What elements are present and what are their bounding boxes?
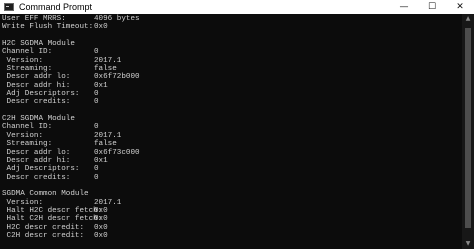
- console-line: H2C SGDMA Module: [2, 40, 462, 48]
- console-line-value: 0: [94, 90, 99, 99]
- console-line-value: 2017.1: [94, 131, 122, 140]
- console-line-label: Version:: [2, 56, 44, 65]
- console-line: Descr credits: 0: [2, 174, 462, 182]
- console-line-label: Descr addr lo:: [2, 73, 71, 82]
- console-line-label: Version:: [2, 131, 44, 140]
- console-line: C2H descr credit: 0x0: [2, 232, 462, 240]
- console-line-value: 2017.1: [94, 198, 122, 207]
- console-line: Version: 2017.1: [2, 199, 462, 207]
- console-line-value: 2017.1: [94, 56, 122, 65]
- console-line-label: Halt H2C descr fetch:: [2, 206, 103, 215]
- console-line-value: 0: [94, 123, 99, 132]
- console-line-label: Adj Descriptors:: [2, 165, 80, 174]
- console-line-value: 0x0: [94, 223, 108, 232]
- scroll-down-arrow-icon[interactable]: ▼: [462, 239, 474, 249]
- console-line: Version: 2017.1: [2, 132, 462, 140]
- console-line: Halt H2C descr fetch: 0x0: [2, 207, 462, 215]
- console-line-value: 0: [94, 173, 99, 182]
- console-output[interactable]: User EFF MRRS: 4096 bytes Write Flush Time…: [0, 14, 462, 249]
- command-prompt-window: Command Prompt — ☐ ✕ User EFF MRRS: 4096 …: [0, 0, 474, 249]
- vertical-scrollbar[interactable]: ▲ ▼: [462, 14, 474, 249]
- console-line: Descr addr lo: 0x6f72b000: [2, 73, 462, 81]
- console-line-label: Version:: [2, 198, 44, 207]
- scroll-thumb[interactable]: [465, 28, 471, 228]
- console-line-value: 0x6f72b000: [94, 73, 140, 82]
- console-line: Channel ID: 0: [2, 48, 462, 56]
- console-line: Descr addr lo: 0x6f73c000: [2, 149, 462, 157]
- console-line-label: C2H descr credit:: [2, 231, 85, 240]
- title-bar[interactable]: Command Prompt — ☐ ✕: [0, 0, 474, 14]
- console-line: Channel ID: 0: [2, 123, 462, 131]
- console-line-label: Descr addr hi:: [2, 81, 71, 90]
- console-line-label: Streaming:: [2, 65, 53, 74]
- console-line-value: 4096 bytes: [94, 15, 140, 23]
- console-line: Descr addr hi: 0x1: [2, 157, 462, 165]
- console-line: Streaming: false: [2, 140, 462, 148]
- console-line-value: 0: [94, 48, 99, 57]
- console-line-label: Descr credits:: [2, 98, 71, 107]
- maximize-button[interactable]: ☐: [418, 0, 446, 14]
- console-line-label: Descr addr hi:: [2, 156, 71, 165]
- console-line-value: 0: [94, 165, 99, 174]
- console-line-label: H2C SGDMA Module: [2, 40, 75, 49]
- console-line-value: 0x1: [94, 81, 108, 90]
- console-line: Descr credits: 0: [2, 98, 462, 106]
- console-line-label: SGDMA Common Module: [2, 190, 89, 199]
- close-button[interactable]: ✕: [446, 0, 474, 14]
- console-line-label: User EFF MRRS:: [2, 15, 66, 23]
- console-line-value: 0x0: [94, 215, 108, 224]
- console-line-value: 0x0: [94, 23, 108, 32]
- console-line: Version: 2017.1: [2, 57, 462, 65]
- console-line: User EFF MRRS: 4096 bytes: [2, 15, 462, 23]
- console-line-label: Channel ID:: [2, 48, 53, 57]
- cmd-app-icon: [4, 3, 14, 11]
- console-line-value: false: [94, 65, 117, 74]
- console-line-label: Descr credits:: [2, 173, 71, 182]
- minimize-button[interactable]: —: [390, 0, 418, 14]
- console-line: SGDMA Common Module: [2, 190, 462, 198]
- console-line-value: 0x1: [94, 156, 108, 165]
- console-line-value: 0x6f73c000: [94, 148, 140, 157]
- console-line-label: Channel ID:: [2, 123, 53, 132]
- console-line-label: H2C descr credit:: [2, 223, 85, 232]
- console-line: Streaming: false: [2, 65, 462, 73]
- console-line-label: C2H SGDMA Module: [2, 115, 75, 124]
- window-title: Command Prompt: [19, 2, 93, 12]
- console-line: Adj Descriptors: 0: [2, 165, 462, 173]
- console-line-label: Halt C2H descr fetch:: [2, 215, 103, 224]
- console-line-value: 0x0: [94, 206, 108, 215]
- console-line: Halt C2H descr fetch: 0x0: [2, 215, 462, 223]
- console-line-label: Descr addr lo:: [2, 148, 71, 157]
- console-line-value: 0: [94, 98, 99, 107]
- console-line: Adj Descriptors: 0: [2, 90, 462, 98]
- console-line-label: Write Flush Timeout:: [2, 23, 94, 32]
- console-line-value: false: [94, 140, 117, 149]
- console-line-label: Streaming:: [2, 140, 53, 149]
- console-line: Descr addr hi: 0x1: [2, 82, 462, 90]
- console-line-label: Adj Descriptors:: [2, 90, 80, 99]
- console-line: H2C descr credit: 0x0: [2, 224, 462, 232]
- scroll-up-arrow-icon[interactable]: ▲: [462, 14, 474, 24]
- console-line: Write Flush Timeout: 0x0: [2, 23, 462, 31]
- console-line-value: 0x0: [94, 231, 108, 240]
- console-line: C2H SGDMA Module: [2, 115, 462, 123]
